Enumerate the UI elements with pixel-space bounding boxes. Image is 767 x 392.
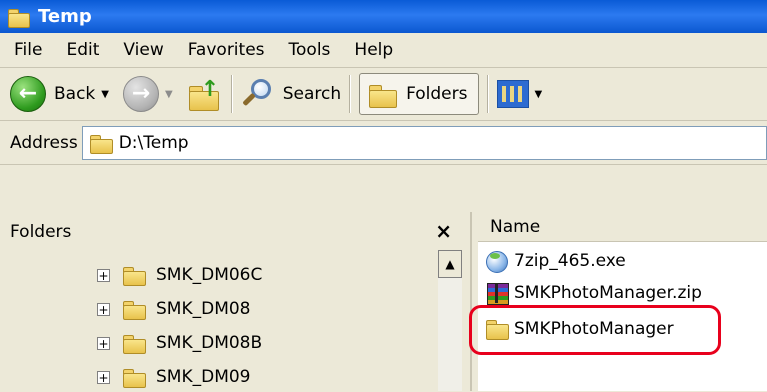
folder-icon <box>122 298 148 320</box>
file-item-7zip[interactable]: 7zip_465.exe <box>484 246 626 276</box>
folder-icon <box>122 366 148 388</box>
menu-file[interactable]: File <box>4 40 52 60</box>
address-label: Address <box>10 132 78 153</box>
toolbar-separator <box>230 75 233 113</box>
exe-installer-icon <box>484 249 510 273</box>
folders-pane-header: Folders × <box>0 212 470 252</box>
file-item-smkphotomanager-zip[interactable]: SMKPhotoManager.zip <box>484 278 702 308</box>
folders-label: Folders <box>406 84 468 104</box>
address-bar: Address D:\Temp <box>0 121 767 165</box>
tree-item-label: SMK_DM09 <box>156 367 251 387</box>
back-dropdown-icon[interactable]: ▼ <box>101 89 109 100</box>
up-folder-button[interactable]: ↑ <box>187 73 223 115</box>
column-header-name[interactable]: Name <box>478 212 767 242</box>
folders-pane: Folders × + SMK_DM06C + SMK_DM08 + SMK_D… <box>0 212 472 391</box>
menu-edit[interactable]: Edit <box>56 40 109 60</box>
forward-arrow-icon: → <box>122 76 159 112</box>
up-folder-icon: ↑ <box>187 77 223 111</box>
folder-icon <box>6 6 32 28</box>
expand-icon[interactable]: + <box>97 370 110 384</box>
forward-button[interactable]: → ▼ <box>122 73 173 115</box>
toolbar-separator <box>486 75 489 113</box>
files-pane: Name 7zip_465.exe SMKPhotoManager.zip SM… <box>478 212 767 391</box>
forward-dropdown-icon[interactable]: ▼ <box>165 89 173 100</box>
menu-help[interactable]: Help <box>344 40 403 60</box>
highlight-outline <box>469 305 721 355</box>
folders-scrollbar[interactable]: ▲ <box>438 250 462 391</box>
folders-pane-title: Folders <box>10 222 72 242</box>
window-title: Temp <box>38 6 92 27</box>
address-path: D:\Temp <box>118 132 189 153</box>
tree-item-smk-dm08[interactable]: + SMK_DM08 <box>97 294 251 324</box>
menu-tools[interactable]: Tools <box>279 40 341 60</box>
views-dropdown-icon[interactable]: ▼ <box>535 89 543 100</box>
toolbar-separator <box>349 75 352 113</box>
tree-item-smk-dm09[interactable]: + SMK_DM09 <box>97 362 251 392</box>
expand-icon[interactable]: + <box>97 302 110 316</box>
folders-icon <box>366 79 400 109</box>
back-label: Back <box>54 84 96 104</box>
tree-item-smk-dm06c[interactable]: + SMK_DM06C <box>97 260 262 290</box>
search-icon <box>241 77 277 111</box>
scroll-up-arrow-icon[interactable]: ▲ <box>438 250 462 278</box>
address-input[interactable]: D:\Temp <box>81 125 767 160</box>
search-button[interactable]: Search <box>241 73 341 115</box>
tree-item-label: SMK_DM08 <box>156 299 251 319</box>
folder-icon <box>122 264 148 286</box>
views-button[interactable]: ▼ <box>496 73 543 115</box>
expand-icon[interactable]: + <box>97 268 110 282</box>
file-name: SMKPhotoManager.zip <box>514 283 702 303</box>
folder-icon <box>122 332 148 354</box>
folders-button[interactable]: Folders <box>359 73 479 115</box>
back-arrow-icon: ← <box>10 76 46 112</box>
toolbar: ← Back ▼ → ▼ ↑ Search Folders ▼ <box>0 68 767 121</box>
views-grid-icon <box>496 80 529 108</box>
expand-icon[interactable]: + <box>97 336 110 350</box>
tree-item-label: SMK_DM08B <box>156 333 263 353</box>
back-button[interactable]: ← Back ▼ <box>10 73 109 115</box>
column-header-label: Name <box>490 216 541 237</box>
close-pane-button[interactable]: × <box>435 219 452 243</box>
file-name: 7zip_465.exe <box>514 251 626 271</box>
tree-item-smk-dm08b[interactable]: + SMK_DM08B <box>97 328 262 358</box>
zip-archive-icon <box>484 281 510 305</box>
menu-view[interactable]: View <box>113 40 173 60</box>
tree-item-label: SMK_DM06C <box>156 265 263 285</box>
folder-icon <box>89 132 115 154</box>
search-label: Search <box>282 84 342 104</box>
title-bar[interactable]: Temp <box>0 0 767 33</box>
menu-favorites[interactable]: Favorites <box>178 40 275 60</box>
menu-bar: File Edit View Favorites Tools Help <box>0 33 767 68</box>
